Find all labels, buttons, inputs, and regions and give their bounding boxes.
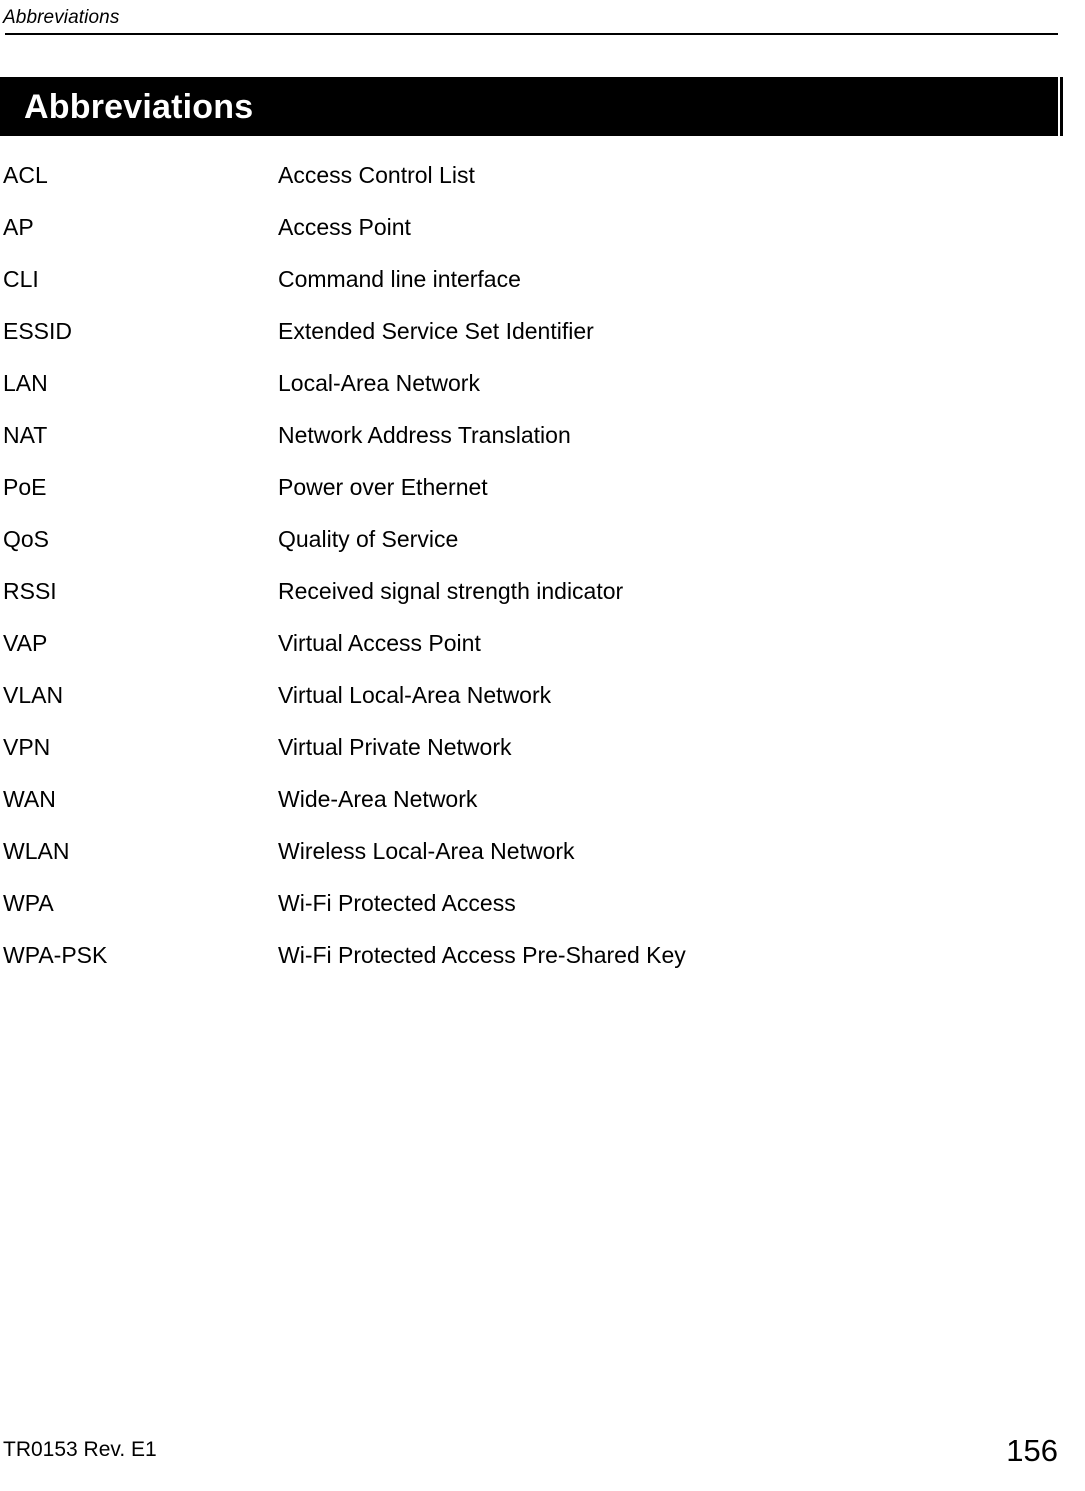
abbreviation-definition: Command line interface — [278, 266, 521, 292]
abbreviation-term: LAN — [3, 370, 48, 396]
abbreviation-term: ACL — [3, 162, 48, 188]
abbreviation-definition: Wireless Local-Area Network — [278, 838, 575, 864]
abbreviation-term: PoE — [3, 474, 47, 500]
abbreviation-row: WAN Wide-Area Network — [0, 784, 1058, 836]
header-divider-rule — [5, 33, 1058, 35]
abbreviation-term: VPN — [3, 734, 51, 760]
abbreviation-row: LAN Local-Area Network — [0, 368, 1058, 420]
abbreviation-row: VLAN Virtual Local-Area Network — [0, 680, 1058, 732]
abbreviation-definition: Wide-Area Network — [278, 786, 478, 812]
abbreviation-row: CLI Command line interface — [0, 264, 1058, 316]
abbreviation-row: VAP Virtual Access Point — [0, 628, 1058, 680]
abbreviation-definition: Access Point — [278, 214, 411, 240]
footer-page-number: 156 — [1006, 1433, 1058, 1468]
running-header: Abbreviations — [3, 6, 1058, 34]
abbreviation-definition: Virtual Private Network — [278, 734, 512, 760]
abbreviation-row: ESSID Extended Service Set Identifier — [0, 316, 1058, 368]
abbreviation-term: RSSI — [3, 578, 57, 604]
chapter-title: Abbreviations — [24, 87, 254, 126]
abbreviation-definition: Local-Area Network — [278, 370, 480, 396]
chapter-title-banner: Abbreviations — [0, 77, 1058, 136]
abbreviation-row: AP Access Point — [0, 212, 1058, 264]
abbreviation-term: WPA — [3, 890, 54, 916]
document-page: Abbreviations Abbreviations ACL Access Co… — [0, 0, 1085, 1491]
abbreviation-definition: Access Control List — [278, 162, 475, 188]
abbreviation-row: WLAN Wireless Local-Area Network — [0, 836, 1058, 888]
abbreviation-term: NAT — [3, 422, 48, 448]
abbreviation-definition: Quality of Service — [278, 526, 459, 552]
abbreviation-term: WLAN — [3, 838, 70, 864]
abbreviation-definition: Received signal strength indicator — [278, 578, 624, 604]
abbreviation-row: QoS Quality of Service — [0, 524, 1058, 576]
abbreviations-list: ACL Access Control List AP Access Point CLI C… — [0, 160, 1058, 992]
abbreviation-definition: Power over Ethernet — [278, 474, 488, 500]
abbreviation-definition: Virtual Access Point — [278, 630, 481, 656]
abbreviation-definition: Virtual Local-Area Network — [278, 682, 552, 708]
abbreviation-row: ACL Access Control List — [0, 160, 1058, 212]
abbreviation-row: VPN Virtual Private Network — [0, 732, 1058, 784]
abbreviation-definition: Wi-Fi Protected Access Pre-Shared Key — [278, 942, 686, 968]
abbreviation-term: ESSID — [3, 318, 73, 344]
abbreviation-row: RSSI Received signal strength indicator — [0, 576, 1058, 628]
abbreviation-definition: Wi-Fi Protected Access — [278, 890, 516, 916]
abbreviation-row: PoE Power over Ethernet — [0, 472, 1058, 524]
page-footer: TR0153 Rev. E1 156 — [0, 1411, 1058, 1491]
abbreviation-row: WPA-PSK Wi-Fi Protected Access Pre-Shared… — [0, 940, 1058, 992]
abbreviation-term: WAN — [3, 786, 56, 812]
abbreviation-row: NAT Network Address Translation — [0, 420, 1058, 472]
abbreviation-term: VAP — [3, 630, 48, 656]
abbreviation-row: WPA Wi-Fi Protected Access — [0, 888, 1058, 940]
running-header-title: Abbreviations — [3, 7, 120, 28]
abbreviation-definition: Network Address Translation — [278, 422, 571, 448]
abbreviation-term: QoS — [3, 526, 50, 552]
abbreviation-term: WPA-PSK — [3, 942, 108, 968]
abbreviation-term: VLAN — [3, 682, 64, 708]
footer-document-reference: TR0153 Rev. E1 — [3, 1438, 157, 1461]
abbreviation-term: AP — [3, 214, 34, 240]
abbreviation-definition: Extended Service Set Identifier — [278, 318, 594, 344]
page-edge-marker — [1060, 77, 1063, 136]
abbreviation-term: CLI — [3, 266, 39, 292]
